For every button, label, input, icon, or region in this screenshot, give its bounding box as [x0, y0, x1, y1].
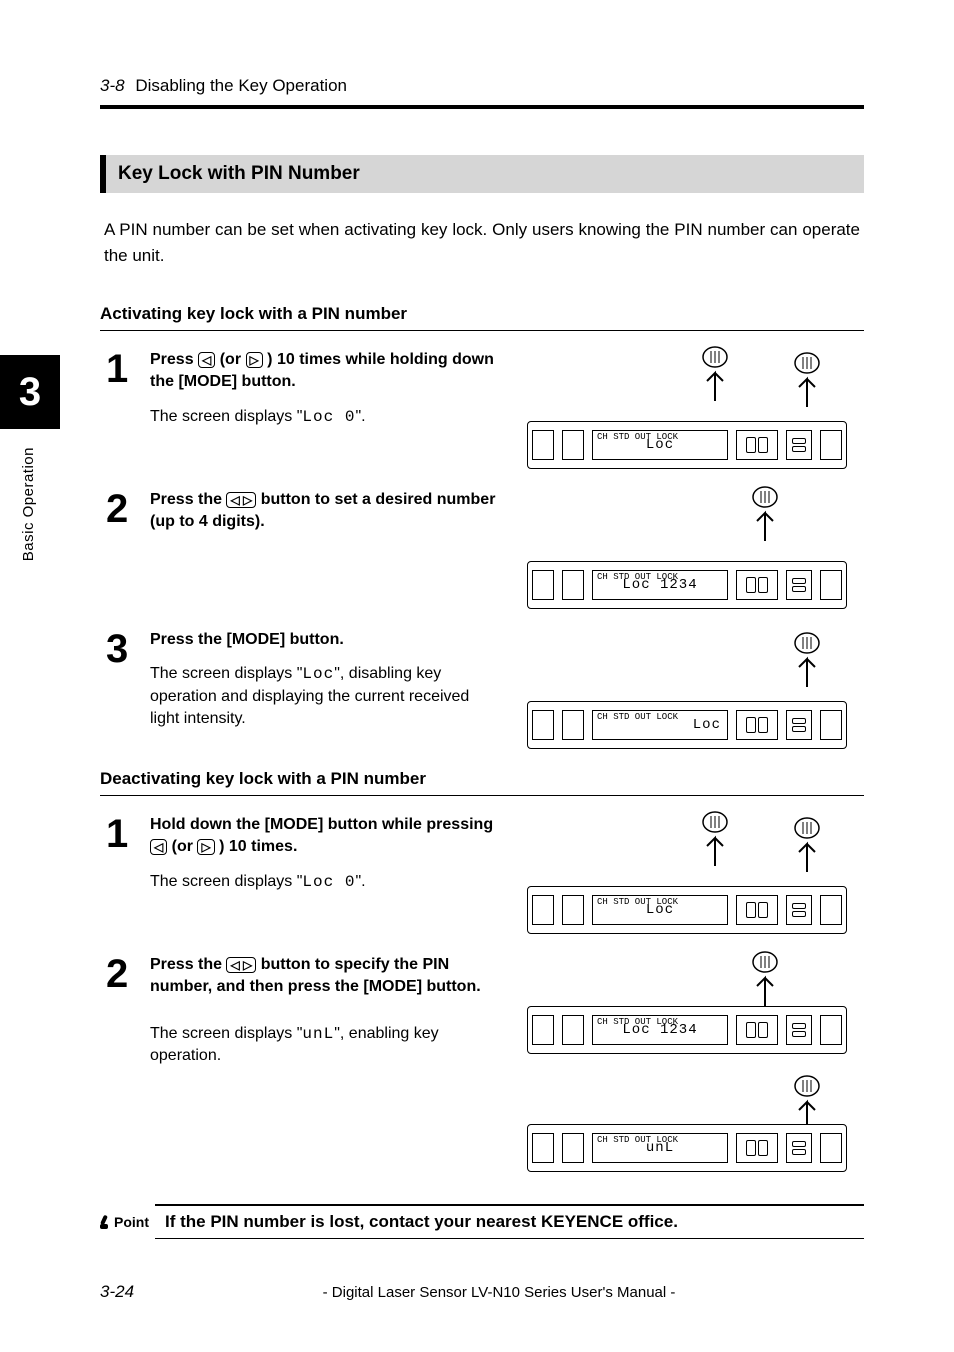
page-footer: 3-24 - Digital Laser Sensor LV-N10 Serie… — [100, 1282, 864, 1302]
activate-subhead: Activating key lock with a PIN number — [100, 304, 864, 331]
chapter-tab: 3 Basic Operation — [0, 355, 60, 561]
hand-pointer-icon — [785, 349, 829, 409]
hand-pointer-icon — [693, 343, 737, 403]
device-illustration: CH STD OUT LOCKunL — [527, 1124, 847, 1172]
step-instruction: Press the [MODE] button. — [150, 629, 498, 651]
page-header: 3-8 Disabling the Key Operation — [100, 76, 347, 96]
point-text: If the PIN number is lost, contact your … — [155, 1204, 864, 1239]
chapter-number-box: 3 — [0, 355, 60, 429]
step-instruction: Hold down the [MODE] button while pressi… — [150, 814, 498, 859]
deactivate-subhead: Deactivating key lock with a PIN number — [100, 769, 864, 796]
header-rule — [100, 105, 864, 109]
arrows-icon: ◁ ▷ — [226, 957, 256, 973]
section-heading: Key Lock with PIN Number — [100, 155, 864, 193]
hand-pointer-icon — [785, 814, 829, 874]
deactivate-step-2: 2 Press the ◁ ▷ button to specify the PI… — [100, 954, 864, 1174]
hand-icon — [100, 1215, 110, 1229]
left-arrow-icon: ◁ — [198, 352, 215, 368]
step-number: 2 — [100, 954, 150, 994]
device-illustration: CH STD OUT LOCKLoc 1234 — [527, 1006, 847, 1054]
step-number: 1 — [100, 814, 150, 854]
step-instruction: Press the ◁ ▷ button to specify the PIN … — [150, 954, 498, 999]
step-result: The screen displays "Loc", disabling key… — [150, 663, 498, 730]
step-result: The screen displays "Loc 0". — [150, 871, 498, 893]
right-arrow-icon: ▷ — [246, 352, 263, 368]
step-instruction: Press the ◁ ▷ button to set a desired nu… — [150, 489, 498, 534]
device-illustration: CH STD OUT LOCKLoc — [527, 421, 847, 469]
step-instruction: Press ◁ (or ▷ ) 10 times while holding d… — [150, 349, 498, 394]
hand-pointer-icon — [785, 1072, 829, 1132]
activate-steps: 1 Press ◁ (or ▷ ) 10 times while holding… — [100, 349, 864, 749]
section-number: 3-8 — [100, 76, 125, 95]
point-callout: Point If the PIN number is lost, contact… — [100, 1204, 864, 1239]
hand-pointer-icon — [743, 948, 787, 1008]
activate-step-2: 2 Press the ◁ ▷ button to set a desired … — [100, 489, 864, 609]
hand-pointer-icon — [785, 629, 829, 689]
step-figure: CH STD OUT LOCKLoc 1234 — [510, 489, 864, 609]
device-illustration: CH STD OUT LOCKLoc — [527, 886, 847, 934]
step-number: 2 — [100, 489, 150, 529]
intro-paragraph: A PIN number can be set when activating … — [100, 217, 864, 268]
step-result: The screen displays "Loc 0". — [150, 406, 498, 428]
deactivate-step-1: 1 Hold down the [MODE] button while pres… — [100, 814, 864, 934]
step-figure: CH STD OUT LOCKLoc — [510, 814, 864, 934]
device-illustration: CH STD OUT LOCKLoc 1234 — [527, 561, 847, 609]
chapter-label: Basic Operation — [20, 447, 37, 561]
step-figure: CH STD OUT LOCKLoc 1234 CH STD OUT LOCKu… — [510, 954, 864, 1172]
section-title: Disabling the Key Operation — [135, 76, 347, 95]
activate-step-3: 3 Press the [MODE] button. The screen di… — [100, 629, 864, 749]
deactivate-steps: 1 Hold down the [MODE] button while pres… — [100, 814, 864, 1174]
step-result: The screen displays "unL", enabling key … — [150, 1023, 498, 1068]
step-number: 1 — [100, 349, 150, 389]
step-number: 3 — [100, 629, 150, 669]
right-arrow-icon: ▷ — [197, 839, 214, 855]
step-figure: CH STD OUT LOCKLoc — [510, 349, 864, 469]
hand-pointer-icon — [693, 808, 737, 868]
step-figure: CH STD OUT LOCKLoc — [510, 629, 864, 749]
manual-title: - Digital Laser Sensor LV-N10 Series Use… — [134, 1284, 864, 1301]
activate-step-1: 1 Press ◁ (or ▷ ) 10 times while holding… — [100, 349, 864, 469]
arrows-icon: ◁ ▷ — [226, 492, 256, 508]
page-number: 3-24 — [100, 1282, 134, 1302]
left-arrow-icon: ◁ — [150, 839, 167, 855]
device-illustration: CH STD OUT LOCKLoc — [527, 701, 847, 749]
hand-pointer-icon — [743, 483, 787, 543]
point-label: Point — [100, 1214, 155, 1230]
